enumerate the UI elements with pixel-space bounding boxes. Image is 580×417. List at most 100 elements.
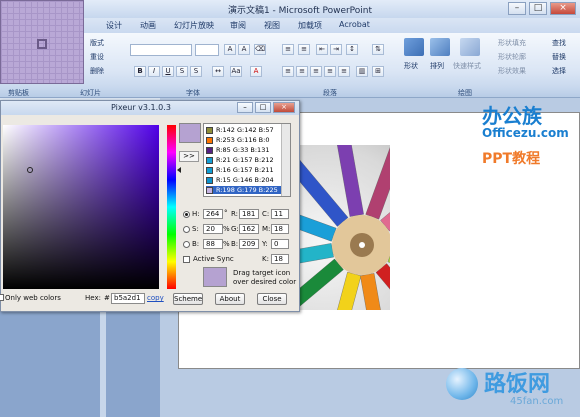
hue-slider[interactable]	[167, 125, 176, 289]
tab-acrobat[interactable]: Acrobat	[339, 20, 370, 29]
magnifier-view	[0, 0, 84, 84]
about-button[interactable]: About	[215, 293, 245, 305]
tab-design[interactable]: 设计	[106, 20, 122, 31]
green-field[interactable]: 162	[239, 224, 259, 234]
delete-button[interactable]: 删除	[90, 66, 104, 76]
columns-button[interactable]: ▥	[356, 66, 368, 77]
font-name-combo[interactable]	[130, 44, 192, 56]
hue-field[interactable]: 264	[203, 209, 223, 219]
cyan-field[interactable]: 11	[271, 209, 289, 219]
yellow-field[interactable]: 0	[271, 239, 289, 249]
shapes-icon[interactable]	[404, 38, 424, 56]
strike-button[interactable]: S	[176, 66, 188, 77]
quick-styles-label[interactable]: 快速样式	[453, 61, 481, 71]
font-size-combo[interactable]	[195, 44, 219, 56]
window-title: 演示文稿1 - Microsoft PowerPoint	[227, 6, 373, 16]
magenta-field[interactable]: 18	[271, 224, 289, 234]
shape-outline-button[interactable]: 形状轮廓	[498, 52, 526, 62]
history-item[interactable]: R:142 G:142 B:57	[206, 126, 290, 134]
arrange-icon[interactable]	[430, 38, 450, 56]
arrange-button-label[interactable]: 排列	[430, 61, 444, 71]
change-case-button[interactable]: Aa	[230, 66, 242, 77]
tab-review[interactable]: 审阅	[230, 20, 246, 31]
drag-target-icon[interactable]	[203, 267, 227, 287]
quick-styles-icon[interactable]	[460, 38, 480, 56]
close-button[interactable]: Close	[257, 293, 287, 305]
find-button[interactable]: 查找	[552, 38, 566, 48]
history-item[interactable]: R:85 G:33 B:131	[206, 146, 290, 154]
tab-addins[interactable]: 加载项	[298, 20, 322, 31]
saturation-field[interactable]: 20	[203, 224, 223, 234]
history-item-selected[interactable]: R:198 G:179 B:225	[206, 186, 290, 194]
add-to-history-button[interactable]: >>	[179, 151, 199, 162]
layout-button[interactable]: 版式	[90, 38, 104, 48]
window-controls: – □ ×	[508, 2, 576, 15]
italic-button[interactable]: I	[148, 66, 160, 77]
shape-button-label[interactable]: 形状	[404, 61, 418, 71]
black-field[interactable]: 18	[271, 254, 289, 264]
pane-splitter[interactable]	[100, 312, 106, 417]
align-left-button[interactable]: ≡	[282, 66, 294, 77]
close-window-button[interactable]: ×	[550, 2, 576, 15]
smartart-button[interactable]: ⊞	[372, 66, 384, 77]
spectrum-cursor[interactable]	[27, 167, 33, 173]
saturation-label: S:	[192, 225, 199, 233]
red-field[interactable]: 181	[239, 209, 259, 219]
color-history-list[interactable]: R:142 G:142 B:57 R:253 G:116 B:0 R:85 G:…	[203, 123, 291, 197]
minimize-button[interactable]: –	[508, 2, 526, 15]
font-color-button[interactable]: A	[250, 66, 262, 77]
select-button[interactable]: 选择	[552, 66, 566, 76]
grow-font-button[interactable]: A	[224, 44, 236, 55]
logo-line3: PPT教程	[482, 151, 541, 167]
pixeur-restore-button[interactable]: □	[255, 102, 271, 113]
brightness-radio[interactable]	[183, 241, 190, 248]
pixeur-minimize-button[interactable]: –	[237, 102, 253, 113]
char-spacing-button[interactable]: ↔	[212, 66, 224, 77]
blue-field[interactable]: 209	[239, 239, 259, 249]
copy-link[interactable]: copy	[147, 294, 164, 302]
numbering-button[interactable]: ≡	[298, 44, 310, 55]
hex-field[interactable]: b5a2d1	[111, 293, 145, 304]
history-item[interactable]: R:16 G:157 B:211	[206, 166, 290, 174]
hue-radio[interactable]	[183, 211, 190, 218]
text-direction-button[interactable]: ⇅	[372, 44, 384, 55]
watermark-name: 路饭网	[484, 372, 551, 397]
align-center-button[interactable]: ≡	[296, 66, 308, 77]
history-item[interactable]: R:253 G:116 B:0	[206, 136, 290, 144]
line-spacing-button[interactable]: ↕	[346, 44, 358, 55]
decrease-indent-button[interactable]: ⇤	[316, 44, 328, 55]
saturation-radio[interactable]	[183, 226, 190, 233]
shape-fill-button[interactable]: 形状填充	[498, 38, 526, 48]
pixeur-window[interactable]: Pixeur v3.1.0.3 – □ × >> R:142 G:142 B:5…	[0, 100, 300, 312]
shape-effects-button[interactable]: 形状效果	[498, 66, 526, 76]
shrink-font-button[interactable]: A	[238, 44, 250, 55]
web-colors-checkbox[interactable]	[0, 294, 4, 301]
tab-view[interactable]: 视图	[264, 20, 280, 31]
green-label: G:	[231, 225, 239, 233]
history-scrollbar[interactable]	[281, 124, 290, 196]
tab-slideshow[interactable]: 幻灯片放映	[174, 20, 214, 31]
maximize-button[interactable]: □	[529, 2, 547, 15]
pixeur-title-bar[interactable]: Pixeur v3.1.0.3 – □ ×	[1, 101, 299, 115]
brightness-field[interactable]: 88	[203, 239, 223, 249]
scheme-button[interactable]: Scheme	[173, 293, 203, 305]
shadow-button[interactable]: S	[190, 66, 202, 77]
increase-indent-button[interactable]: ⇥	[330, 44, 342, 55]
replace-button[interactable]: 替换	[552, 52, 566, 62]
bold-button[interactable]: B	[134, 66, 146, 77]
tab-animation[interactable]: 动画	[140, 20, 156, 31]
bullets-button[interactable]: ≡	[282, 44, 294, 55]
underline-button[interactable]: U	[162, 66, 174, 77]
justify-button[interactable]: ≡	[324, 66, 336, 77]
reset-button[interactable]: 重设	[90, 52, 104, 62]
history-item[interactable]: R:21 G:157 B:212	[206, 156, 290, 164]
history-item[interactable]: R:15 G:146 B:204	[206, 176, 290, 184]
group-label-font: 字体	[186, 89, 200, 97]
hue-marker[interactable]	[177, 167, 181, 173]
distribute-button[interactable]: ≡	[338, 66, 350, 77]
color-spectrum[interactable]	[3, 125, 159, 289]
align-right-button[interactable]: ≡	[310, 66, 322, 77]
active-sync-checkbox[interactable]	[183, 256, 190, 263]
clear-format-button[interactable]: ⌫	[254, 44, 266, 55]
pixeur-close-icon[interactable]: ×	[273, 102, 295, 113]
